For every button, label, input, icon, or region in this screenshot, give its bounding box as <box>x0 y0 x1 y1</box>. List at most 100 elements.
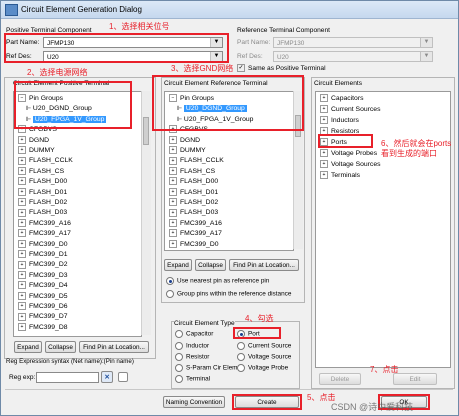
expand-icon[interactable]: + <box>18 135 26 144</box>
expand-icon[interactable]: + <box>320 105 328 114</box>
group-pins-radio[interactable]: Group pins within the reference distance <box>166 290 291 298</box>
regexp-case-checkbox[interactable] <box>118 372 128 382</box>
tree-net-item[interactable]: + FMC399_A16 <box>18 219 71 229</box>
pos-find-pin-button[interactable]: Find Pin at Location... <box>79 341 149 353</box>
current-source-radio[interactable]: Current Source <box>237 342 291 350</box>
expand-icon[interactable]: + <box>169 219 177 227</box>
tree-net-item[interactable]: + FMC399_D0 <box>18 239 68 250</box>
resistor-radio[interactable]: Resistor <box>175 353 209 361</box>
s-param-radio[interactable]: S-Param Cir Elem <box>175 364 238 372</box>
delete-button[interactable]: Delete <box>319 373 361 385</box>
capacitor-radio[interactable]: Capacitor <box>175 330 213 338</box>
expand-icon[interactable]: + <box>18 271 26 279</box>
tree-net-item[interactable]: + FLASH_D01 <box>18 187 67 198</box>
circuit-element-category[interactable]: + Voltage Probes <box>320 149 377 159</box>
positive-tree-scrollbar[interactable] <box>141 91 151 335</box>
expand-icon[interactable]: + <box>18 198 26 207</box>
tree-net-item[interactable]: + FMC399_D0 <box>169 239 219 250</box>
tree-net-item[interactable]: + FMC399_A17 <box>169 229 222 239</box>
expand-icon[interactable]: + <box>18 229 26 238</box>
tree-net-item[interactable]: + FMC399_D4 <box>18 281 68 291</box>
tree-net-item[interactable]: + FLASH_D03 <box>18 208 67 218</box>
expand-icon[interactable]: + <box>169 135 177 144</box>
expand-icon[interactable]: + <box>18 167 26 175</box>
tree-net-item[interactable]: + FLASH_D03 <box>169 208 218 218</box>
expand-icon[interactable]: + <box>18 219 26 227</box>
tree-net-item[interactable]: + DGND <box>18 135 49 146</box>
edit-button[interactable]: Edit <box>393 373 437 385</box>
tree-net-item[interactable]: + FLASH_CCLK <box>169 156 224 166</box>
voltage-probe-radio[interactable]: Voltage Probe <box>237 364 288 372</box>
circuit-element-category[interactable]: + Current Sources <box>320 105 381 115</box>
ref-expand-button[interactable]: Expand <box>164 259 192 271</box>
expand-icon[interactable]: + <box>169 198 177 207</box>
expand-icon[interactable]: + <box>320 160 328 169</box>
tree-net-item[interactable]: + FLASH_D01 <box>169 187 218 198</box>
tree-net-item[interactable]: + FMC399_D3 <box>18 271 68 281</box>
tree-net-item[interactable]: + FMC399_D1 <box>18 250 68 260</box>
tree-net-item[interactable]: + FLASH_D02 <box>169 198 218 208</box>
expand-icon[interactable]: + <box>18 239 26 248</box>
expand-icon[interactable]: + <box>320 149 328 158</box>
expand-icon[interactable]: + <box>320 94 328 103</box>
expand-icon[interactable]: + <box>18 187 26 196</box>
tree-net-item[interactable]: + DUMMY <box>18 146 55 156</box>
circuit-elements-tree[interactable]: + Capacitors + Current Sources + Inductors + Re… <box>315 91 451 368</box>
scroll-thumb[interactable] <box>143 117 149 145</box>
same-as-positive-checkbox[interactable]: ✓ Same as Positive Terminal <box>237 64 326 72</box>
nearest-pin-radio[interactable]: Use nearest pin as reference pin <box>166 277 269 285</box>
expand-icon[interactable]: + <box>169 239 177 248</box>
reference-ref-des-select[interactable]: U20 ▼ <box>273 51 433 62</box>
circuit-element-category[interactable]: + Voltage Sources <box>320 160 381 170</box>
expand-icon[interactable]: + <box>18 281 26 290</box>
expand-icon[interactable]: + <box>169 146 177 155</box>
expand-icon[interactable]: + <box>18 291 26 300</box>
expand-icon[interactable]: + <box>18 146 26 155</box>
circuit-element-category[interactable]: + Capacitors <box>320 94 364 104</box>
ref-find-pin-button[interactable]: Find Pin at Location... <box>229 259 299 271</box>
tree-net-item[interactable]: + FLASH_CS <box>18 167 64 177</box>
reference-part-name-select[interactable]: JFMP130 ▼ <box>273 37 433 48</box>
expand-icon[interactable]: + <box>18 156 26 165</box>
circuit-element-category[interactable]: + Inductors <box>320 116 359 126</box>
expand-icon[interactable]: + <box>169 187 177 196</box>
pos-expand-button[interactable]: Expand <box>14 341 42 353</box>
ref-collapse-button[interactable]: Collapse <box>195 259 226 271</box>
expand-icon[interactable]: + <box>18 323 26 331</box>
tree-net-item[interactable]: + FMC399_A17 <box>18 229 71 239</box>
regexp-input[interactable] <box>36 372 99 383</box>
expand-icon[interactable]: + <box>18 312 26 321</box>
expand-icon[interactable]: + <box>169 229 177 238</box>
circuit-element-category[interactable]: + Terminals <box>320 171 360 181</box>
tree-net-item[interactable]: + FMC399_A16 <box>169 219 222 229</box>
tree-net-item[interactable]: + FLASH_CCLK <box>18 156 73 166</box>
expand-icon[interactable]: + <box>18 260 26 269</box>
tree-net-item[interactable]: + DGND <box>169 135 200 146</box>
tree-net-item[interactable]: + FLASH_D02 <box>18 198 67 208</box>
expand-icon[interactable]: + <box>320 116 328 125</box>
expand-icon[interactable]: + <box>169 208 177 217</box>
tree-net-item[interactable]: + FLASH_D00 <box>169 177 218 187</box>
tree-net-item[interactable]: + FMC399_D8 <box>18 323 68 333</box>
tree-net-item[interactable]: + FMC399_D5 <box>18 291 68 302</box>
naming-convention-button[interactable]: Naming Convention <box>163 396 225 408</box>
expand-icon[interactable]: + <box>320 171 328 180</box>
pos-collapse-button[interactable]: Collapse <box>45 341 76 353</box>
expand-icon[interactable]: + <box>169 156 177 165</box>
expand-icon[interactable]: + <box>169 177 177 186</box>
tree-net-item[interactable]: + FMC399_D6 <box>18 302 68 312</box>
tree-net-item[interactable]: + FLASH_CS <box>169 167 215 177</box>
voltage-source-radio[interactable]: Voltage Source <box>237 353 291 361</box>
tree-net-item[interactable]: + FMC399_D7 <box>18 312 68 322</box>
expand-icon[interactable]: + <box>18 250 26 259</box>
tree-net-item[interactable]: + FLASH_D00 <box>18 177 67 187</box>
inductor-radio[interactable]: Inductor <box>175 342 209 350</box>
tree-net-item[interactable]: + DUMMY <box>169 146 206 156</box>
clear-regexp-icon[interactable]: ✕ <box>101 371 113 383</box>
expand-icon[interactable]: + <box>169 167 177 175</box>
expand-icon[interactable]: + <box>18 208 26 217</box>
expand-icon[interactable]: + <box>18 302 26 311</box>
tree-net-item[interactable]: + FMC399_D2 <box>18 260 68 270</box>
terminal-radio[interactable]: Terminal <box>175 375 210 383</box>
expand-icon[interactable]: + <box>18 177 26 186</box>
